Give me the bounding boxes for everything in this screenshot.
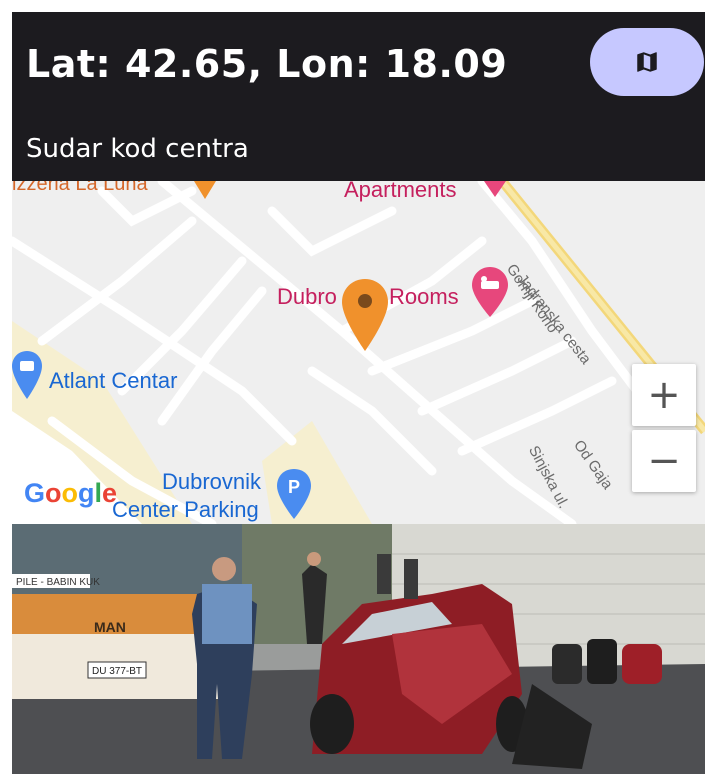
- restaurant-marker-icon: [194, 181, 216, 199]
- map-label-rooms-right: Rooms: [389, 284, 459, 309]
- map-icon: [637, 52, 657, 72]
- google-logo: Google: [24, 478, 118, 508]
- shopping-marker-icon: [12, 351, 42, 399]
- parking-icon: P: [277, 469, 311, 519]
- open-map-button[interactable]: [590, 28, 704, 96]
- svg-text:P: P: [288, 477, 300, 497]
- bus-plate-text: DU 377-BT: [92, 666, 142, 677]
- hotel-icon: [472, 267, 508, 317]
- app-screen: Lat: 42.65, Lon: 18.09 Sudar kod centra: [12, 12, 705, 774]
- zoom-in-button[interactable]: +: [632, 364, 696, 426]
- map-label-rooms-left: Dubro: [277, 284, 337, 309]
- plus-icon: +: [647, 372, 681, 418]
- minus-icon: −: [647, 438, 681, 484]
- map-label-parking-line1: Dubrovnik: [162, 469, 262, 494]
- map-view[interactable]: izzeria La Luna Apartments Dubro Rooms J…: [12, 181, 705, 524]
- header: Lat: 42.65, Lon: 18.09 Sudar kod centra: [12, 12, 705, 181]
- map-label-apartments: Apartments: [344, 181, 457, 202]
- coordinates-title: Lat: 42.65, Lon: 18.09: [26, 42, 508, 86]
- bus-brand-text: MAN: [94, 619, 126, 635]
- incident-photo: PILE - BABIN KUK MAN DU 377-BT: [12, 524, 705, 774]
- bus-sign-text: PILE - BABIN KUK: [16, 577, 100, 588]
- map-label-pizzeria: izzeria La Luna: [12, 181, 148, 195]
- map-label-parking-line2: Center Parking: [112, 497, 259, 522]
- incident-title: Sudar kod centra: [26, 134, 249, 164]
- location-marker-icon: [342, 279, 388, 351]
- zoom-out-button[interactable]: −: [632, 430, 696, 492]
- map-label-atlant-centar: Atlant Centar: [49, 368, 178, 393]
- hotel-marker-icon: [484, 181, 506, 197]
- accident-photo-image: PILE - BABIN KUK MAN DU 377-BT: [12, 524, 705, 774]
